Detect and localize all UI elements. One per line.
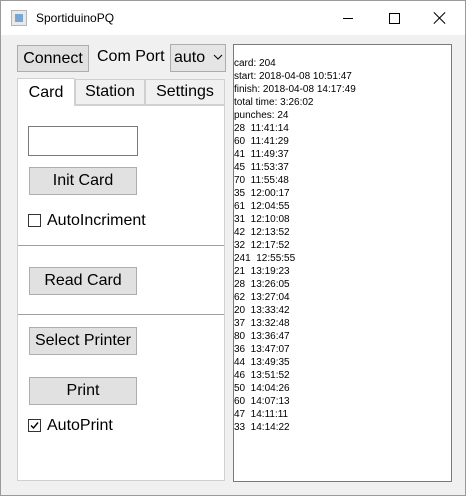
chevron-down-icon xyxy=(213,54,223,60)
card-number-input[interactable] xyxy=(28,126,138,156)
auto-print-label: AutoPrint xyxy=(47,417,113,434)
tab-station[interactable]: Station xyxy=(75,79,145,105)
log-line: card: 204 xyxy=(234,58,276,69)
log-line: 70 11:55:48 xyxy=(234,175,289,186)
init-card-button[interactable]: Init Card xyxy=(29,167,137,195)
log-line: 32 12:17:52 xyxy=(234,240,290,251)
log-line: 60 14:07:13 xyxy=(234,396,290,407)
log-line: total time: 3:26:02 xyxy=(234,97,314,108)
tab-card[interactable]: Card xyxy=(17,78,75,106)
log-line: finish: 2018-04-08 14:17:49 xyxy=(234,84,356,95)
log-line: 241 12:55:55 xyxy=(234,253,296,264)
title-bar[interactable]: SportiduinoPQ xyxy=(1,1,465,35)
log-line: 47 14:11:11 xyxy=(234,409,289,420)
tab-settings[interactable]: Settings xyxy=(145,79,225,105)
auto-increment-label: AutoIncriment xyxy=(47,212,146,229)
app-icon xyxy=(11,10,27,26)
log-line: 44 13:49:35 xyxy=(234,357,290,368)
log-line: 62 13:27:04 xyxy=(234,292,290,303)
tab-widget: Card Station Settings Init Card AutoIncr… xyxy=(17,78,225,481)
maximize-icon xyxy=(388,12,400,24)
log-line: 20 13:33:42 xyxy=(234,305,290,316)
log-line: 45 11:53:37 xyxy=(234,162,289,173)
card-tab-panel: Init Card AutoIncriment Read Card Select… xyxy=(17,105,225,481)
separator xyxy=(18,314,224,315)
log-line: 33 14:14:22 xyxy=(234,422,290,433)
log-line: punches: 24 xyxy=(234,110,289,121)
log-line: 28 13:26:05 xyxy=(234,279,290,290)
connect-button[interactable]: Connect xyxy=(17,45,89,72)
log-line: 42 12:13:52 xyxy=(234,227,290,238)
log-line: 46 13:51:52 xyxy=(234,370,290,381)
log-line: 21 13:19:23 xyxy=(234,266,290,277)
com-port-select[interactable]: auto xyxy=(170,44,226,72)
window-title: SportiduinoPQ xyxy=(36,11,115,25)
maximize-button[interactable] xyxy=(371,1,417,35)
card-log-textarea[interactable]: card: 204 start: 2018-04-08 10:51:47 fin… xyxy=(233,44,452,482)
com-port-value: auto xyxy=(174,49,206,66)
com-port-label: Com Port xyxy=(97,48,165,65)
minimize-button[interactable] xyxy=(325,1,371,35)
checkbox-checked-icon xyxy=(28,419,41,432)
log-line: 31 12:10:08 xyxy=(234,214,290,225)
main-window: SportiduinoPQ Connect Com Port auto Card… xyxy=(0,0,466,496)
log-line: 61 12:04:55 xyxy=(234,201,290,212)
log-line: 60 11:41:29 xyxy=(234,136,289,147)
close-button[interactable] xyxy=(417,1,463,35)
log-line: 37 13:32:48 xyxy=(234,318,290,329)
checkbox-unchecked-icon xyxy=(28,214,41,227)
log-line: 50 14:04:26 xyxy=(234,383,290,394)
minimize-icon xyxy=(343,17,353,19)
select-printer-button[interactable]: Select Printer xyxy=(29,327,137,355)
log-line: 28 11:41:14 xyxy=(234,123,289,134)
log-line: 41 11:49:37 xyxy=(234,149,289,160)
log-line: 35 12:00:17 xyxy=(234,188,290,199)
print-button[interactable]: Print xyxy=(29,377,137,405)
close-icon xyxy=(434,12,446,24)
log-line: start: 2018-04-08 10:51:47 xyxy=(234,71,352,82)
log-line: 36 13:47:07 xyxy=(234,344,290,355)
separator xyxy=(18,245,224,246)
read-card-button[interactable]: Read Card xyxy=(29,267,137,295)
log-line: 80 13:36:47 xyxy=(234,331,290,342)
